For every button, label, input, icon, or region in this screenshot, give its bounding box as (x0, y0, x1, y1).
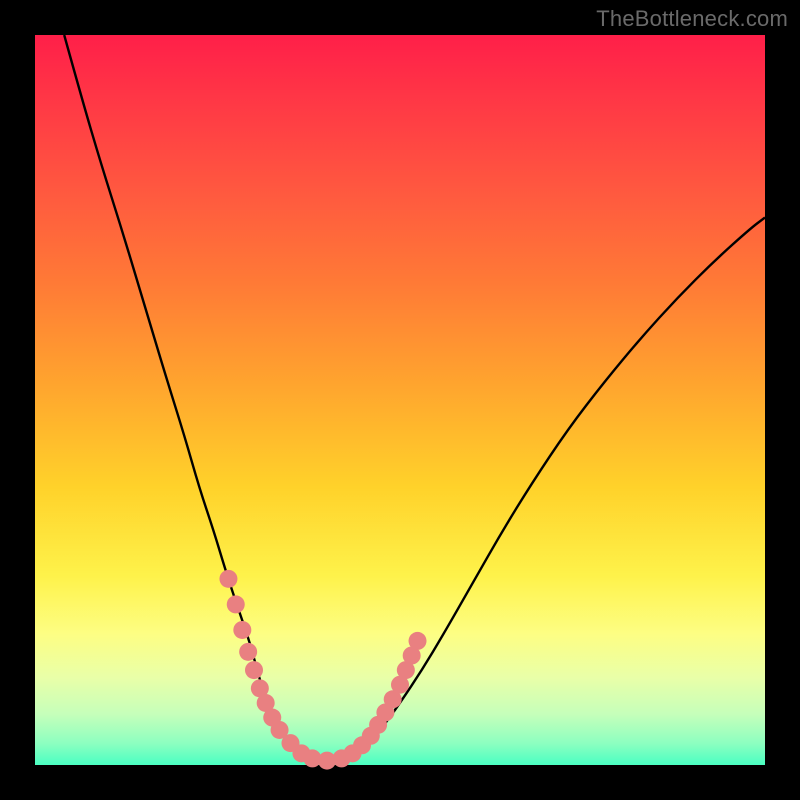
marker-point (227, 595, 245, 613)
marker-point (409, 632, 427, 650)
chart-frame: TheBottleneck.com (0, 0, 800, 800)
marker-point (233, 621, 251, 639)
marker-point (239, 643, 257, 661)
marker-point (219, 570, 237, 588)
marker-group (219, 570, 426, 770)
plot-area (35, 35, 765, 765)
watermark-text: TheBottleneck.com (596, 6, 788, 32)
marker-point (245, 661, 263, 679)
curve-svg (35, 35, 765, 765)
